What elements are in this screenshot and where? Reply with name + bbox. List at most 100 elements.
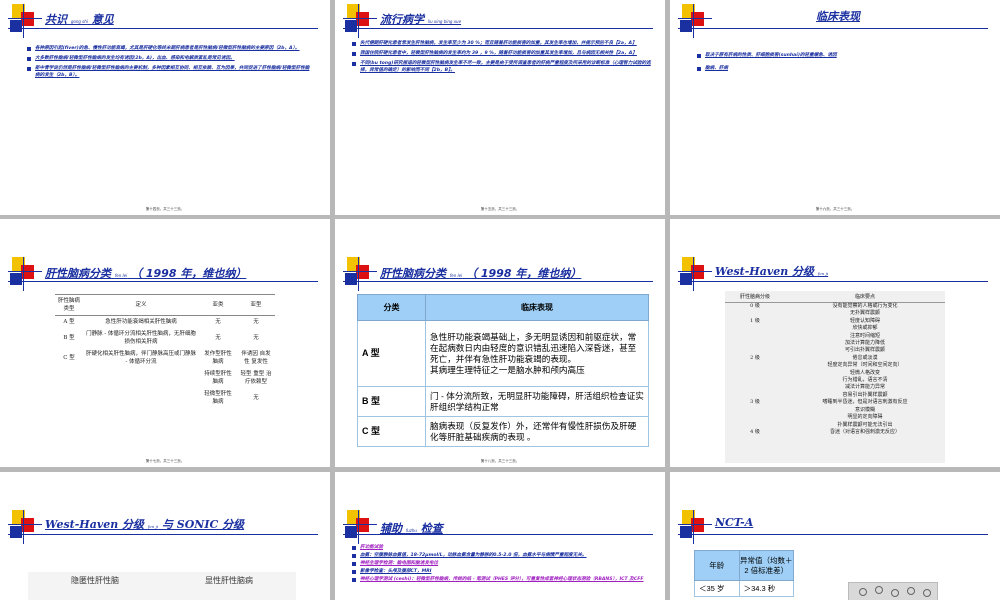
table-row: 加法计算能力降低: [725, 340, 945, 347]
table-cell: 发作型肝性脑病: [204, 351, 232, 365]
covert-he-label: 隐匿性肝性脑: [71, 576, 119, 585]
slide-classification-table[interactable]: 肝性脑病分类 fen lei （ 1998 年，维也纳） 肝性脑病类型 定义 亚…: [0, 219, 330, 467]
bullet-item: 大多数肝性脑病/轻微型肝性脑病的发生均有诱因(2b，A)，出血、感染和电解质紊乱…: [26, 55, 311, 62]
col-header: 肝性脑病类型: [55, 294, 83, 316]
feature-cell: 轻度定向异常（时间和空间定向）: [827, 362, 903, 369]
page-footer: 第十四页，共三十三页。: [145, 207, 185, 211]
bullet-item: 神经心理学测试 (ceshi)：轻微型肝性脑病，传统的纸 - 笔测试（PHES …: [351, 576, 651, 583]
slide-auxiliary-exams[interactable]: 辅助 fuzhu 检查 肝功能试验 血氨：空腹静脉血氨值，18-72μmol/L…: [335, 472, 665, 600]
table-cell: B 型: [63, 335, 75, 341]
table-row: 持续型肝性脑病 轻型 重型 治疗依赖型: [55, 368, 275, 388]
table-row: 扑翼样震颤可能无法引出: [725, 422, 945, 429]
west-haven-table: 肝性脑病分级 临床要点 0 级没有能觉察的人格或行为变化 无扑翼样震颤 1 级轻度认…: [725, 291, 945, 463]
page-footer: 第十八页，共三十三页。: [480, 459, 520, 463]
feature-cell: 嗜睡到半昏迷，但是对语言刺激有反应: [822, 399, 908, 406]
table-row: 无扑翼样震颤: [725, 310, 945, 317]
feature-cell: 轻微人格改变: [849, 369, 880, 376]
title-rule: [8, 534, 318, 535]
table-cell: B 型: [357, 386, 426, 417]
table-cell: ＜35 岁: [694, 580, 740, 597]
number-connection-test-image: [848, 582, 938, 600]
bullet-item: 肝功能试验: [351, 544, 651, 551]
slide-clinical[interactable]: 临床表现 取决于原有肝病的性质、肝细胞损害(sunhai)的轻重缓急、诱因 脑病…: [670, 0, 1000, 215]
table-cell: ＞34.3 秒: [738, 580, 795, 597]
feature-cell: 注意时间缩短: [849, 332, 880, 339]
slide-epidemiology[interactable]: 流行病学 liu xing bing xue 失代偿期肝硬化患者常发生肝性脑病，…: [335, 0, 665, 215]
bullet-item: 取决于原有肝病的性质、肝细胞损害(sunhai)的轻重缓急、诱因: [696, 52, 981, 59]
table-cell: 无: [215, 319, 221, 325]
slide-logo: [678, 510, 712, 544]
table-row: 3 级 嗜睡到半昏迷，但是对语言刺激有反应: [725, 399, 945, 406]
page-footer: 第十七页，共三十三页。: [145, 459, 185, 463]
slide-west-haven[interactable]: West-Haven 分级 fen ji 肝性脑病分级 临床要点 0 级没有能觉…: [670, 219, 1000, 467]
table-row: 注意时间缩短: [725, 333, 945, 340]
table-row: A 型 急性肝功能衰竭相关肝性脑病 无 无: [55, 316, 275, 329]
table-row: 意识模糊: [725, 407, 945, 414]
title-rule: [343, 281, 653, 282]
slide-title: 辅助 fuzhu 检查: [380, 522, 443, 535]
table-cell: A 型: [357, 320, 426, 387]
slide-title: 肝性脑病分类 fen lei （ 1998 年，维也纳）: [45, 267, 247, 280]
table-cell: 无: [215, 335, 221, 341]
table-row: 轻度定向异常（时间和空间定向）: [725, 362, 945, 369]
bullet-item: 新中青学说仍然是肝性脑病/轻微型肝性脑病的主要机制，多种因素相互协同、相互依赖、…: [26, 65, 311, 79]
col-header: 亚型: [237, 294, 275, 316]
grade-cell: [725, 325, 785, 332]
table-row: C 型 肝硬化相关肝性脑病，伴门静脉高压或门静脉 - 体循环分流 发作型肝性脑病…: [55, 348, 275, 368]
title-rule: [8, 281, 318, 282]
table-cell: 无: [253, 395, 259, 401]
clinical-table: 分类 临床表现 A 型 急性肝功能衰竭基础上，多无明显诱因和前驱症状，常在起病数…: [357, 294, 649, 447]
table-row: 轻微人格改变: [725, 370, 945, 377]
feature-cell: 欣快或抑郁: [852, 325, 878, 332]
slide-logo: [8, 4, 42, 38]
table-row: 1 级轻度认知障碍: [725, 318, 945, 325]
grade-cell: [725, 384, 785, 391]
grade-cell: [725, 407, 785, 414]
slide-title: West-Haven 分级 fen ji: [715, 265, 829, 278]
slide-title: NCT-A: [715, 516, 754, 529]
slide-west-haven-sonic[interactable]: West-Haven 分级 fen ji 与 SONIC 分级 隐匿性肝性脑 显…: [0, 472, 330, 600]
slide-consensus[interactable]: 共识 gong shi 意见 各种原因引起(fiver)的急、慢性肝功能衰竭，尤…: [0, 0, 330, 215]
col-header: 临床表现: [425, 294, 649, 321]
classification-table: 肝性脑病类型 定义 亚类 亚型 A 型 急性肝功能衰竭相关肝性脑病 无 无 B …: [55, 294, 275, 408]
bullet-item: 神经生理学检测：脑电图和脑诱发电位: [351, 560, 651, 567]
title-rule: [8, 28, 318, 29]
grade-cell: 3 级: [750, 399, 760, 406]
grade-cell: 1 级: [750, 317, 760, 324]
grade-cell: [725, 422, 785, 429]
grade-cell: [725, 362, 785, 369]
slide-title: 临床表现: [816, 10, 860, 23]
grade-cell: [725, 414, 785, 421]
col-header: 定义: [83, 294, 199, 316]
bullet-item: 血氨：空腹静脉血氨值，18-72μmol/L，动脉血氨含量为静脉的0.5-2.0…: [351, 552, 651, 559]
slide-nct-a[interactable]: NCT-A 年龄 异常值（均数＋2 倍标准差） ＜35 岁 ＞34.3 秒: [670, 472, 1000, 600]
slide-classification-clinical[interactable]: 肝性脑病分类 fen lei （ 1998 年，维也纳） 分类 临床表现 A 型…: [335, 219, 665, 467]
page-footer: 第十五页，共三十三页。: [480, 207, 520, 211]
feature-cell: 无扑翼样震颤: [849, 310, 880, 317]
col-header: 异常值（均数＋2 倍标准差）: [738, 550, 795, 581]
table-row: B 型 门静脉 - 体循环分流相关肝性脑病，无肝细胞损伤相关肝病 无 无: [55, 328, 275, 348]
col-header: 年龄: [694, 550, 740, 581]
slide-title: 流行病学 liu xing bing xue: [380, 13, 462, 26]
overt-he-label: 显性肝性脑病: [205, 576, 253, 585]
bullet-list: 各种原因引起(fiver)的急、慢性肝功能衰竭，尤其是肝硬化等终末期肝病患者是肝…: [26, 45, 311, 82]
feature-cell: 扑翼样震颤可能无法引出: [837, 421, 893, 428]
slide-title: West-Haven 分级 fen ji 与 SONIC 分级: [45, 518, 245, 531]
title-rule: [678, 28, 988, 29]
grade-cell: 0 级: [750, 303, 760, 309]
col-header: 分类: [357, 294, 426, 321]
table-cell: 伴诱因 自发性 复发性: [241, 351, 271, 365]
table-cell: 无: [253, 319, 259, 325]
table-cell: 肝硬化相关肝性脑病，伴门静脉高压或门静脉 - 体循环分流: [86, 351, 197, 365]
bullet-item: 失代偿期肝硬化患者常发生肝性脑病，发生率至少为 30 %；而且随着肝功能损害的加…: [351, 40, 651, 47]
nct-a-table: 年龄 异常值（均数＋2 倍标准差） ＜35 岁 ＞34.3 秒: [694, 550, 795, 597]
grade-cell: [725, 340, 785, 347]
grade-cell: [725, 347, 785, 354]
table-row: A 型 急性肝功能衰竭基础上，多无明显诱因和前驱症状，常在起病数日内由轻度的意识…: [357, 320, 649, 387]
grade-cell: [725, 370, 785, 377]
feature-cell: 可引出扑翼样震颤: [844, 347, 885, 354]
table-cell: [55, 388, 83, 408]
table-cell: 无: [253, 335, 259, 341]
col-header: 亚类: [199, 294, 237, 316]
grade-cell: 2 级: [750, 354, 760, 361]
